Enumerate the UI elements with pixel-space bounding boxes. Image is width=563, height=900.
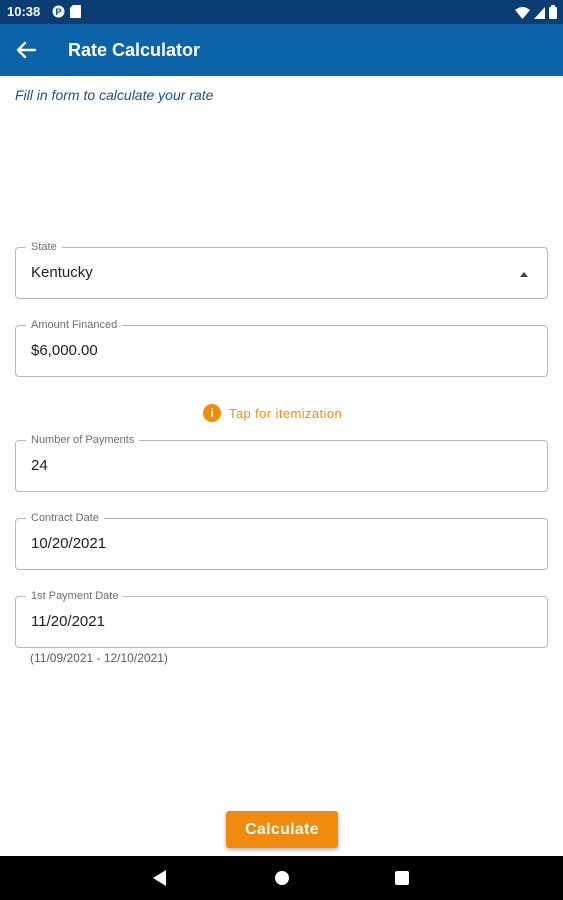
status-bar: 10:38 P bbox=[0, 0, 563, 24]
number-of-payments-value: 24 bbox=[31, 457, 48, 474]
itemization-label: Tap for itemization bbox=[229, 405, 343, 421]
amount-financed-label: Amount Financed bbox=[26, 319, 123, 332]
amount-financed-value: $6,000.00 bbox=[31, 342, 98, 359]
state-dropdown[interactable]: State Kentucky bbox=[15, 241, 548, 299]
battery-icon bbox=[549, 5, 557, 24]
number-of-payments-field[interactable]: Number of Payments 24 bbox=[15, 434, 548, 492]
itemization-link[interactable]: i Tap for itemization bbox=[203, 404, 342, 422]
first-payment-date-field[interactable]: 1st Payment Date 11/20/2021 bbox=[15, 590, 548, 648]
page-title: Rate Calculator bbox=[68, 40, 201, 60]
svg-text:P: P bbox=[55, 7, 61, 17]
contract-date-label: Contract Date bbox=[26, 512, 104, 525]
nav-recents-icon[interactable] bbox=[395, 871, 409, 885]
sd-card-icon bbox=[70, 5, 81, 23]
dropdown-arrow-icon bbox=[520, 272, 528, 277]
contract-date-field[interactable]: Contract Date 10/20/2021 bbox=[15, 512, 548, 570]
number-of-payments-label: Number of Payments bbox=[26, 434, 140, 447]
status-left-icons: P bbox=[52, 5, 81, 23]
nav-back-icon[interactable] bbox=[153, 870, 167, 891]
wifi-icon bbox=[515, 6, 530, 24]
amount-financed-field[interactable]: Amount Financed $6,000.00 bbox=[15, 319, 548, 377]
state-label: State bbox=[26, 241, 62, 254]
info-icon: i bbox=[203, 404, 221, 422]
nav-home-icon[interactable] bbox=[275, 871, 289, 885]
back-button[interactable] bbox=[14, 38, 40, 62]
first-payment-date-helper: (11/09/2021 - 12/10/2021) bbox=[30, 651, 168, 665]
notification-icon: P bbox=[52, 5, 65, 23]
status-right-icons bbox=[515, 5, 557, 24]
first-payment-date-value: 11/20/2021 bbox=[31, 613, 105, 630]
signal-icon bbox=[534, 6, 545, 24]
app-bar: Rate Calculator bbox=[0, 24, 563, 76]
state-value: Kentucky bbox=[31, 264, 93, 281]
calculate-button[interactable]: Calculate bbox=[226, 811, 338, 848]
status-time: 10:38 bbox=[7, 4, 41, 19]
first-payment-date-label: 1st Payment Date bbox=[26, 590, 124, 603]
navigation-bar bbox=[0, 856, 563, 900]
form-instruction: Fill in form to calculate your rate bbox=[15, 87, 214, 103]
arrow-back-icon bbox=[14, 41, 40, 66]
contract-date-value: 10/20/2021 bbox=[31, 535, 107, 552]
